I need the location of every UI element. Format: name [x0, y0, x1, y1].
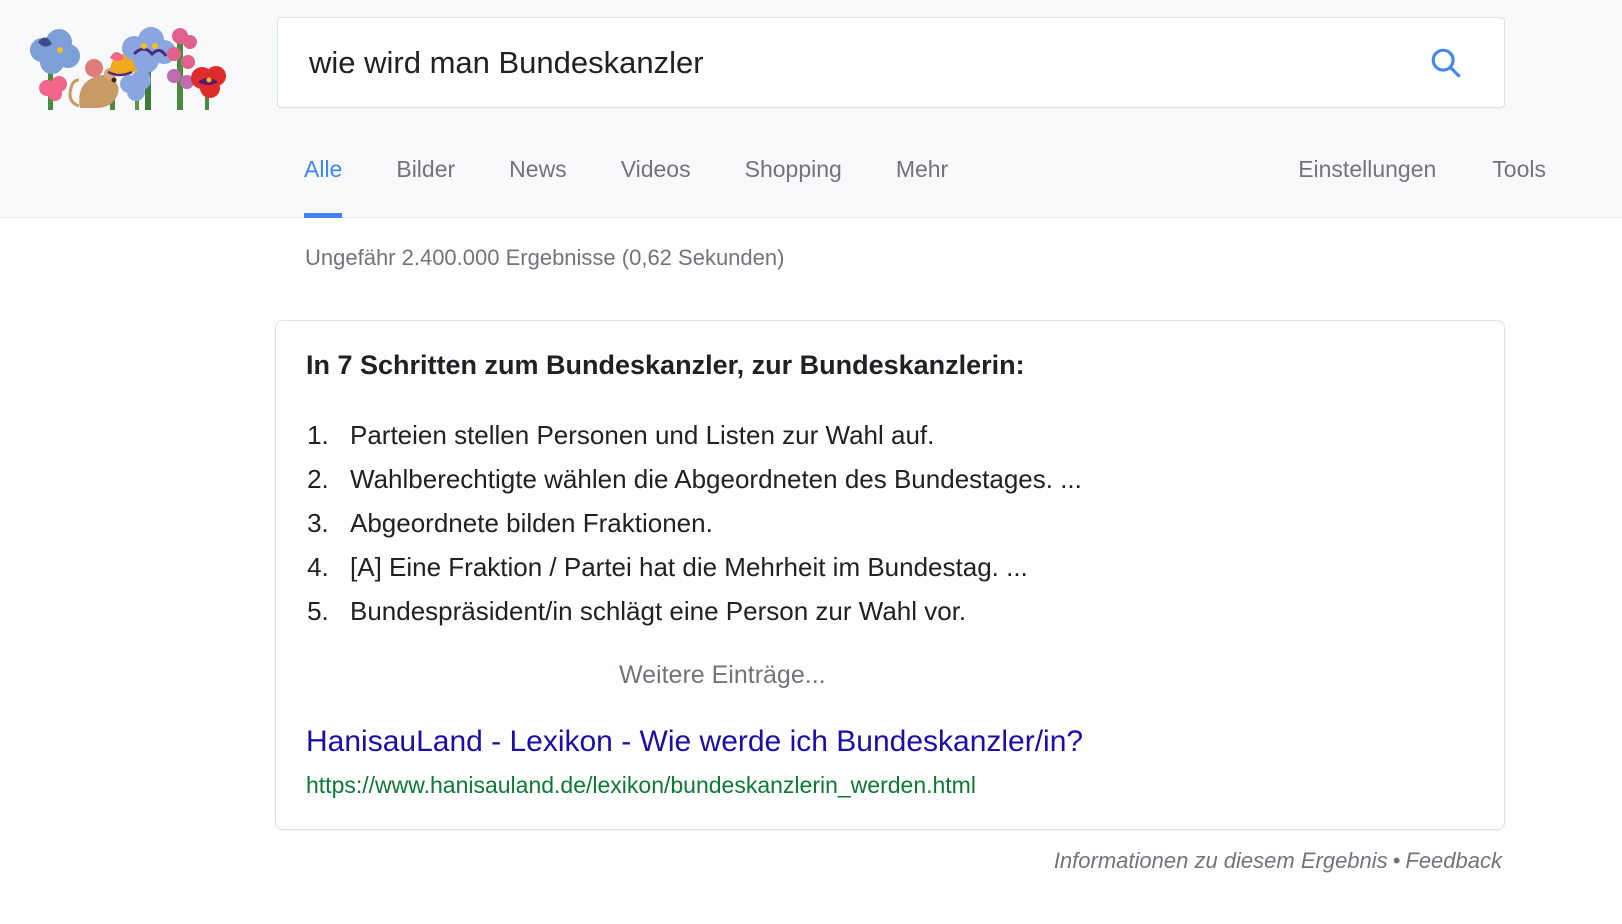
- search-button[interactable]: [1426, 43, 1466, 83]
- settings-link[interactable]: Einstellungen: [1298, 156, 1436, 183]
- feedback-link[interactable]: Feedback: [1405, 848, 1502, 873]
- tab-videos-label: Videos: [620, 156, 691, 182]
- tab-mehr[interactable]: Mehr: [869, 130, 975, 192]
- search-box[interactable]: wie wird man Bundeskanzler: [277, 17, 1505, 108]
- tab-shopping[interactable]: Shopping: [718, 130, 869, 192]
- snippet-heading: In 7 Schritten zum Bundeskanzler, zur Bu…: [306, 350, 1025, 380]
- tab-active-underline: [304, 213, 343, 218]
- result-url[interactable]: https://www.hanisauland.de/lexikon/bunde…: [306, 772, 976, 799]
- tab-news-label: News: [509, 156, 567, 182]
- search-header: wie wird man Bundeskanzler Alle Bilder N…: [0, 0, 1622, 218]
- doodle-flowers-mouse-icon: [30, 27, 226, 110]
- tools-link[interactable]: Tools: [1492, 156, 1546, 183]
- tab-bilder-label: Bilder: [396, 156, 456, 182]
- tab-alle[interactable]: Alle: [277, 130, 369, 218]
- snippet-footer: Informationen zu diesem Ergebnis • Feedbac…: [1054, 848, 1502, 874]
- search-tabs: Alle Bilder News Videos Shopping Mehr: [277, 130, 975, 218]
- list-item: Wahlberechtigte wählen die Abgeordneten …: [336, 457, 1082, 501]
- search-icon: [1431, 48, 1461, 77]
- tools-group: Einstellungen Tools: [1242, 156, 1546, 183]
- tab-bilder[interactable]: Bilder: [369, 130, 482, 192]
- list-item: Parteien stellen Personen und Listen zur…: [336, 413, 1082, 457]
- tab-mehr-label: Mehr: [895, 156, 949, 182]
- featured-snippet-card: In 7 Schritten zum Bundeskanzler, zur Bu…: [275, 320, 1505, 830]
- tab-news[interactable]: News: [482, 130, 594, 192]
- footer-separator: •: [1392, 848, 1401, 873]
- tab-shopping-label: Shopping: [744, 156, 842, 182]
- result-title-link[interactable]: HanisauLand - Lexikon - Wie werde ich Bu…: [306, 725, 1083, 759]
- more-entries-link[interactable]: Weitere Einträge...: [619, 661, 826, 690]
- search-input[interactable]: wie wird man Bundeskanzler: [309, 18, 704, 107]
- list-item: Bundespräsident/in schlägt eine Person z…: [336, 589, 1082, 633]
- list-item: [A] Eine Fraktion / Partei hat die Mehrh…: [336, 545, 1082, 589]
- google-doodle[interactable]: [22, 20, 230, 112]
- result-stats: Ungefähr 2.400.000 Ergebnisse (0,62 Seku…: [305, 245, 785, 270]
- snippet-steps-list: Parteien stellen Personen und Listen zur…: [298, 413, 1082, 633]
- list-item: Abgeordnete bilden Fraktionen.: [336, 501, 1082, 545]
- tab-alle-label: Alle: [304, 156, 343, 182]
- result-info-link[interactable]: Informationen zu diesem Ergebnis: [1054, 848, 1388, 873]
- tab-videos[interactable]: Videos: [594, 130, 718, 192]
